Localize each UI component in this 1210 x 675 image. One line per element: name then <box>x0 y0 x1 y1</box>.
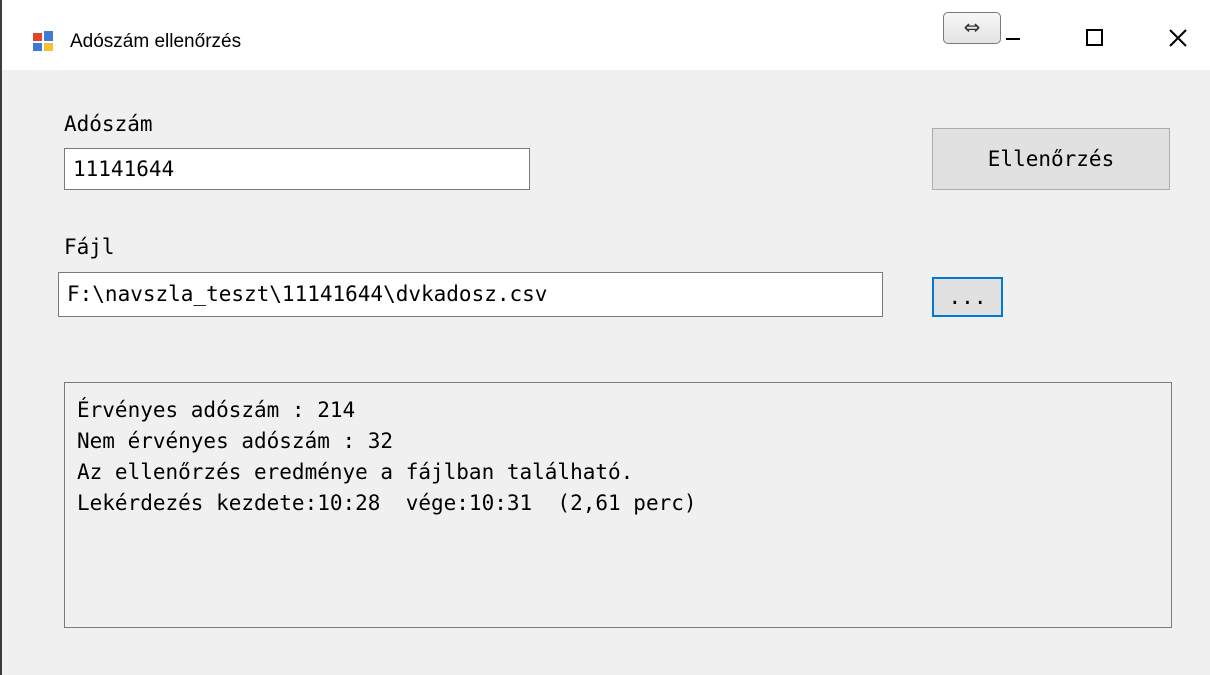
result-line: Lekérdezés kezdete:10:28 vége:10:31 (2,6… <box>77 491 697 515</box>
result-textbox[interactable]: Érvényes adószám : 214 Nem érvényes adós… <box>64 382 1172 628</box>
result-line: Nem érvényes adószám : 32 <box>77 429 394 453</box>
tax-number-input[interactable]: 11141644 <box>64 148 530 190</box>
result-line: Az ellenőrzés eredménye a fájlban találh… <box>77 460 634 484</box>
file-path-input[interactable]: F:\navszla_teszt\11141644\dvkadosz.csv <box>58 272 883 317</box>
result-line: Érvényes adószám : 214 <box>77 398 356 422</box>
window-title: Adószám ellenőrzés <box>70 31 242 52</box>
maximize-icon[interactable] <box>1086 29 1103 46</box>
forms-app-icon <box>33 31 53 51</box>
swap-arrows-button[interactable]: ⇔ <box>943 12 1001 44</box>
check-button[interactable]: Ellenőrzés <box>932 128 1170 190</box>
minimize-icon[interactable] <box>1006 38 1020 40</box>
tax-number-label: Adószám <box>64 112 153 136</box>
app-window: Adószám ellenőrzés ⇔ Adószám 11141644 El… <box>0 0 1210 675</box>
browse-button[interactable]: ... <box>932 277 1003 317</box>
close-icon[interactable] <box>1164 24 1192 52</box>
title-bar[interactable]: Adószám ellenőrzés ⇔ <box>2 0 1210 70</box>
file-label: Fájl <box>64 235 115 259</box>
